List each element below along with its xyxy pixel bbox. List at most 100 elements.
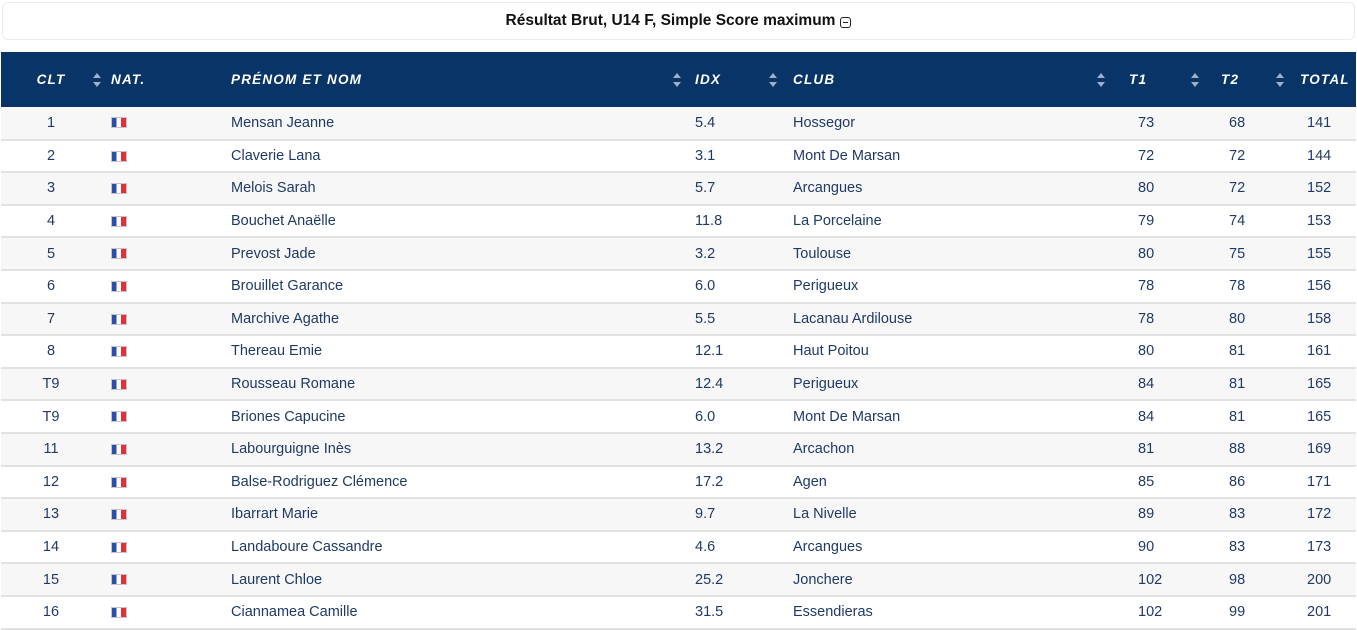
cell-t1: 73 bbox=[1115, 107, 1207, 141]
cell-idx: 5.5 bbox=[685, 302, 783, 337]
column-header-idx[interactable]: IDX bbox=[685, 52, 783, 107]
sort-icon[interactable] bbox=[1191, 72, 1199, 87]
sort-icon[interactable] bbox=[673, 72, 681, 87]
cell-total: 152 bbox=[1286, 172, 1356, 206]
sort-icon[interactable] bbox=[1276, 72, 1284, 87]
cell-nat bbox=[101, 237, 221, 271]
cell-name: Labourguigne Inès bbox=[221, 432, 685, 467]
cell-rank: 13 bbox=[1, 498, 101, 532]
sort-icon[interactable] bbox=[769, 72, 777, 87]
cell-t1: 102 bbox=[1115, 595, 1207, 630]
cell-t2: 99 bbox=[1207, 595, 1286, 630]
cell-t2: 75 bbox=[1207, 237, 1286, 271]
cell-idx: 13.2 bbox=[685, 432, 783, 467]
cell-idx: 4.6 bbox=[685, 530, 783, 565]
france-flag-icon bbox=[111, 574, 127, 586]
table-row[interactable]: 4 Bouchet Anaëlle 11.8 La Porcelaine 79 74 153 bbox=[1, 204, 1356, 239]
column-header-total[interactable]: TOTAL bbox=[1286, 52, 1356, 107]
france-flag-icon bbox=[111, 476, 127, 488]
cell-t1: 78 bbox=[1115, 269, 1207, 304]
table-row[interactable]: 13 Ibarrart Marie 9.7 La Nivelle 89 83 172 bbox=[1, 498, 1356, 532]
column-header-clt[interactable]: CLT bbox=[1, 52, 101, 107]
table-row[interactable]: 15 Laurent Chloe 25.2 Jonchere 102 98 200 bbox=[1, 563, 1356, 597]
cell-rank: 6 bbox=[1, 269, 101, 304]
cell-t1: 84 bbox=[1115, 367, 1207, 402]
cell-total: 155 bbox=[1286, 237, 1356, 271]
cell-t2: 80 bbox=[1207, 302, 1286, 337]
column-header-t1[interactable]: T1 bbox=[1115, 52, 1207, 107]
cell-rank: 1 bbox=[1, 107, 101, 141]
table-row[interactable]: 6 Brouillet Garance 6.0 Perigueux 78 78 156 bbox=[1, 269, 1356, 304]
cell-t1: 89 bbox=[1115, 498, 1207, 532]
table-row[interactable]: 5 Prevost Jade 3.2 Toulouse 80 75 155 bbox=[1, 237, 1356, 271]
table-row[interactable]: 12 Balse-Rodriguez Clémence 17.2 Agen 85 86 17… bbox=[1, 465, 1356, 500]
column-header-club[interactable]: CLUB bbox=[783, 52, 1115, 107]
cell-total: 201 bbox=[1286, 595, 1356, 630]
cell-t1: 80 bbox=[1115, 172, 1207, 206]
cell-t1: 80 bbox=[1115, 237, 1207, 271]
table-row[interactable]: 2 Claverie Lana 3.1 Mont De Marsan 72 72 144 bbox=[1, 139, 1356, 174]
sort-icon[interactable] bbox=[1097, 72, 1105, 87]
france-flag-icon bbox=[111, 280, 127, 292]
cell-club: Toulouse bbox=[783, 237, 1115, 271]
cell-name: Laurent Chloe bbox=[221, 563, 685, 597]
cell-club: Perigueux bbox=[783, 367, 1115, 402]
sort-icon[interactable] bbox=[93, 72, 101, 87]
cell-club: Mont De Marsan bbox=[783, 139, 1115, 174]
cell-rank: 11 bbox=[1, 432, 101, 467]
table-row[interactable]: T9 Briones Capucine 6.0 Mont De Marsan 84 81 1… bbox=[1, 400, 1356, 434]
table-row[interactable]: 1 Mensan Jeanne 5.4 Hossegor 73 68 141 bbox=[1, 107, 1356, 141]
cell-name: Rousseau Romane bbox=[221, 367, 685, 402]
table-row[interactable]: 8 Thereau Emie 12.1 Haut Poitou 80 81 161 bbox=[1, 335, 1356, 369]
cell-t1: 81 bbox=[1115, 432, 1207, 467]
column-header-t2[interactable]: T2 bbox=[1207, 52, 1286, 107]
table-row[interactable]: 3 Melois Sarah 5.7 Arcangues 80 72 152 bbox=[1, 172, 1356, 206]
cell-idx: 5.4 bbox=[685, 107, 783, 141]
cell-t2: 72 bbox=[1207, 172, 1286, 206]
france-flag-icon bbox=[111, 443, 127, 455]
table-row[interactable]: 11 Labourguigne Inès 13.2 Arcachon 81 88 169 bbox=[1, 432, 1356, 467]
cell-nat bbox=[101, 204, 221, 239]
cell-t2: 81 bbox=[1207, 335, 1286, 369]
cell-nat bbox=[101, 595, 221, 630]
column-header-label: PRÉNOM ET NOM bbox=[231, 72, 363, 87]
cell-club: Agen bbox=[783, 465, 1115, 500]
france-flag-icon bbox=[111, 117, 127, 129]
cell-club: Hossegor bbox=[783, 107, 1115, 141]
cell-rank: T9 bbox=[1, 400, 101, 434]
cell-idx: 3.2 bbox=[685, 237, 783, 271]
table-row[interactable]: 7 Marchive Agathe 5.5 Lacanau Ardilouse 78 80… bbox=[1, 302, 1356, 337]
collapse-icon[interactable] bbox=[840, 16, 852, 28]
cell-name: Melois Sarah bbox=[221, 172, 685, 206]
table-row[interactable]: 14 Landaboure Cassandre 4.6 Arcangues 90 83 17… bbox=[1, 530, 1356, 565]
cell-t2: 83 bbox=[1207, 498, 1286, 532]
cell-total: 165 bbox=[1286, 400, 1356, 434]
cell-name: Marchive Agathe bbox=[221, 302, 685, 337]
france-flag-icon bbox=[111, 509, 127, 521]
cell-club: La Porcelaine bbox=[783, 204, 1115, 239]
cell-total: 173 bbox=[1286, 530, 1356, 565]
cell-rank: 2 bbox=[1, 139, 101, 174]
column-header-nat[interactable]: NAT. bbox=[101, 52, 221, 107]
column-header-name[interactable]: PRÉNOM ET NOM bbox=[221, 52, 685, 107]
cell-total: 200 bbox=[1286, 563, 1356, 597]
cell-rank: 16 bbox=[1, 595, 101, 630]
cell-idx: 25.2 bbox=[685, 563, 783, 597]
column-header-label: TOTAL bbox=[1300, 72, 1350, 87]
cell-t1: 78 bbox=[1115, 302, 1207, 337]
cell-t2: 81 bbox=[1207, 367, 1286, 402]
cell-total: 144 bbox=[1286, 139, 1356, 174]
table-row[interactable]: T9 Rousseau Romane 12.4 Perigueux 84 81 165 bbox=[1, 367, 1356, 402]
france-flag-icon bbox=[111, 346, 127, 358]
cell-nat bbox=[101, 563, 221, 597]
cell-total: 161 bbox=[1286, 335, 1356, 369]
cell-t2: 68 bbox=[1207, 107, 1286, 141]
cell-idx: 31.5 bbox=[685, 595, 783, 630]
cell-name: Brouillet Garance bbox=[221, 269, 685, 304]
cell-club: Haut Poitou bbox=[783, 335, 1115, 369]
cell-t1: 79 bbox=[1115, 204, 1207, 239]
cell-t2: 81 bbox=[1207, 400, 1286, 434]
table-row[interactable]: 16 Ciannamea Camille 31.5 Essendieras 102 99 2… bbox=[1, 595, 1356, 630]
cell-t2: 98 bbox=[1207, 563, 1286, 597]
cell-name: Briones Capucine bbox=[221, 400, 685, 434]
